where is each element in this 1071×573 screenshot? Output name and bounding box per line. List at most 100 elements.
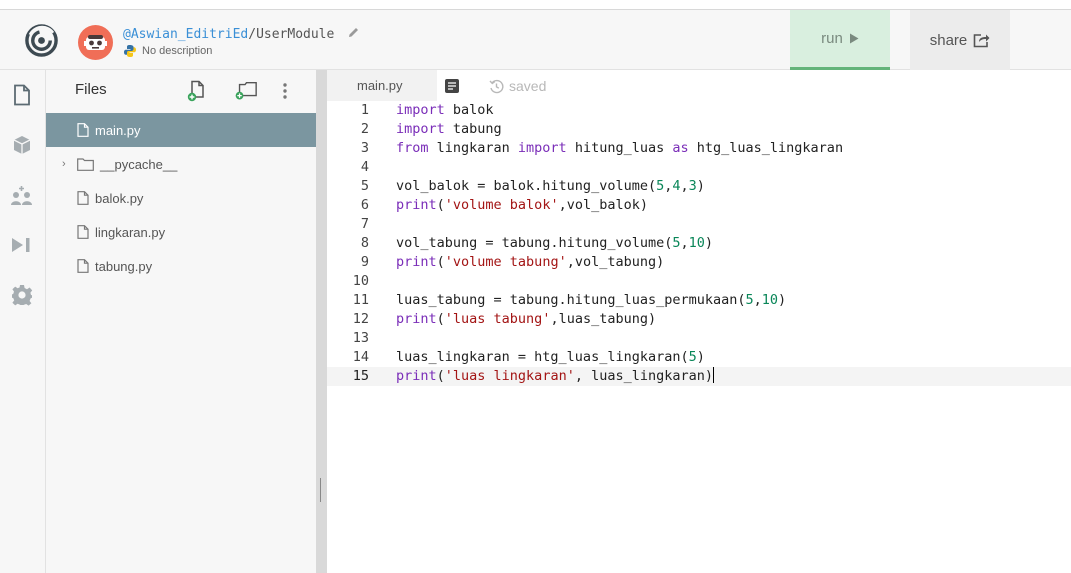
repl-title: @Aswian_EditriEd/UserModule (123, 26, 360, 42)
code-text: luas_lingkaran = htg_luas_lingkaran(5) (396, 349, 705, 365)
editor-tab-bar: main.py saved (327, 70, 1071, 101)
tab-label: main.py (357, 78, 403, 93)
file-item-tabung-py[interactable]: tabung.py (46, 249, 316, 283)
description-text: No description (142, 45, 213, 57)
sidebar (0, 70, 46, 573)
add-folder-icon[interactable] (234, 79, 258, 103)
share-button[interactable]: share (910, 10, 1010, 70)
replit-logo-icon[interactable] (24, 23, 59, 58)
folder-label: __pycache__ (100, 156, 178, 172)
files-panel: Files main.py › __pycache__ balok.py lin… (46, 70, 316, 573)
file-icon (77, 225, 89, 239)
file-icon (77, 259, 89, 273)
file-item-balok-py[interactable]: balok.py (46, 181, 316, 215)
code-editor[interactable]: main.py saved 1 import balok 2 import tabun… (327, 70, 1071, 573)
run-label: run (821, 30, 843, 47)
code-text: print('volume balok',vol_balok) (396, 197, 648, 213)
line-number: 6 (360, 197, 369, 213)
file-item-lingkaran-py[interactable]: lingkaran.py (46, 215, 316, 249)
line-number: 15 (352, 368, 369, 384)
line-number: 14 (352, 349, 369, 365)
run-button[interactable]: run (790, 10, 890, 70)
pencil-icon[interactable] (347, 26, 360, 39)
code-text: print('luas tabung',luas_tabung) (396, 311, 657, 327)
header: @Aswian_EditriEd/UserModule No descripti… (0, 10, 1071, 70)
history-icon (489, 79, 504, 93)
owner-link[interactable]: @Aswian_EditriEd (123, 27, 248, 42)
line-number: 5 (360, 178, 369, 194)
folder-item-pycache[interactable]: › __pycache__ (46, 147, 316, 181)
code-line[interactable]: 3 from lingkaran import hitung_luas as ht… (327, 139, 1071, 158)
share-label: share (929, 31, 968, 49)
title-separator: / (248, 27, 257, 42)
code-area[interactable]: 1 import balok 2 import tabung 3 from lingkar… (327, 101, 1071, 386)
code-line[interactable]: 12 print('luas tabung',luas_tabung) (327, 310, 1071, 329)
line-number: 4 (360, 159, 369, 175)
code-text: print('volume tabung',vol_tabung) (396, 254, 665, 270)
folder-icon (77, 157, 94, 171)
file-label: tabung.py (95, 258, 153, 274)
code-text: print('luas lingkaran', luas_lingkaran) (396, 367, 714, 384)
debugger-icon[interactable] (9, 232, 35, 258)
line-number: 1 (360, 102, 369, 118)
line-number: 3 (360, 140, 369, 156)
repl-description[interactable]: No description (123, 44, 212, 58)
settings-icon[interactable] (9, 282, 35, 308)
code-text: import tabung (396, 121, 502, 137)
code-text: import balok (396, 102, 494, 118)
code-line[interactable]: 1 import balok (327, 101, 1071, 120)
line-number: 2 (360, 121, 369, 137)
code-line[interactable]: 5 vol_balok = balok.hitung_volume(5,4,3) (327, 177, 1071, 196)
code-line[interactable]: 13 (327, 329, 1071, 348)
line-number: 11 (352, 292, 369, 308)
code-line[interactable]: 2 import tabung (327, 120, 1071, 139)
code-text: luas_tabung = tabung.hitung_luas_permuka… (396, 292, 787, 308)
line-number: 12 (352, 311, 369, 327)
window-top-bar (0, 0, 1071, 10)
file-label: lingkaran.py (95, 224, 166, 240)
saved-status: saved (489, 78, 546, 94)
files-icon[interactable] (9, 82, 35, 108)
file-icon (77, 123, 89, 137)
panel-resize-handle[interactable] (316, 70, 327, 573)
code-text: vol_tabung = tabung.hitung_volume(5,10) (396, 235, 714, 251)
text-cursor (713, 367, 714, 383)
more-options-icon[interactable] (273, 79, 297, 103)
avatar[interactable] (78, 25, 113, 60)
share-icon (973, 33, 990, 47)
robot-avatar-icon (84, 35, 107, 50)
tab-main-py[interactable]: main.py (327, 70, 437, 101)
file-label: balok.py (95, 190, 144, 206)
code-line[interactable]: 15 print('luas lingkaran', luas_lingkaran… (327, 367, 1071, 386)
code-line[interactable]: 4 (327, 158, 1071, 177)
file-icon (77, 191, 89, 205)
code-line[interactable]: 7 (327, 215, 1071, 234)
code-line[interactable]: 8 vol_tabung = tabung.hitung_volume(5,10) (327, 234, 1071, 253)
line-number: 13 (352, 330, 369, 346)
repl-name[interactable]: UserModule (256, 27, 334, 42)
packages-icon[interactable] (9, 132, 35, 158)
add-file-icon[interactable] (185, 79, 209, 103)
saved-label: saved (509, 78, 547, 94)
code-text: from lingkaran import hitung_luas as htg… (396, 140, 844, 156)
code-line[interactable]: 9 print('volume tabung',vol_tabung) (327, 253, 1071, 272)
code-text: vol_balok = balok.hitung_volume(5,4,3) (396, 178, 705, 194)
play-icon (849, 33, 859, 44)
files-header: Files (46, 70, 316, 112)
python-icon (124, 45, 136, 57)
file-item-main-py[interactable]: main.py (46, 113, 316, 147)
chevron-right-icon[interactable]: › (62, 158, 66, 170)
document-icon[interactable] (444, 78, 460, 94)
line-number: 10 (352, 273, 369, 289)
files-title: Files (75, 81, 107, 98)
code-line[interactable]: 11 luas_tabung = tabung.hitung_luas_permu… (327, 291, 1071, 310)
file-label: main.py (95, 122, 141, 138)
multiplayer-icon[interactable] (9, 183, 35, 209)
code-line[interactable]: 6 print('volume balok',vol_balok) (327, 196, 1071, 215)
code-line[interactable]: 14 luas_lingkaran = htg_luas_lingkaran(5) (327, 348, 1071, 367)
line-number: 8 (360, 235, 369, 251)
line-number: 9 (360, 254, 369, 270)
line-number: 7 (360, 216, 369, 232)
code-line[interactable]: 10 (327, 272, 1071, 291)
resize-grip[interactable] (320, 478, 321, 502)
